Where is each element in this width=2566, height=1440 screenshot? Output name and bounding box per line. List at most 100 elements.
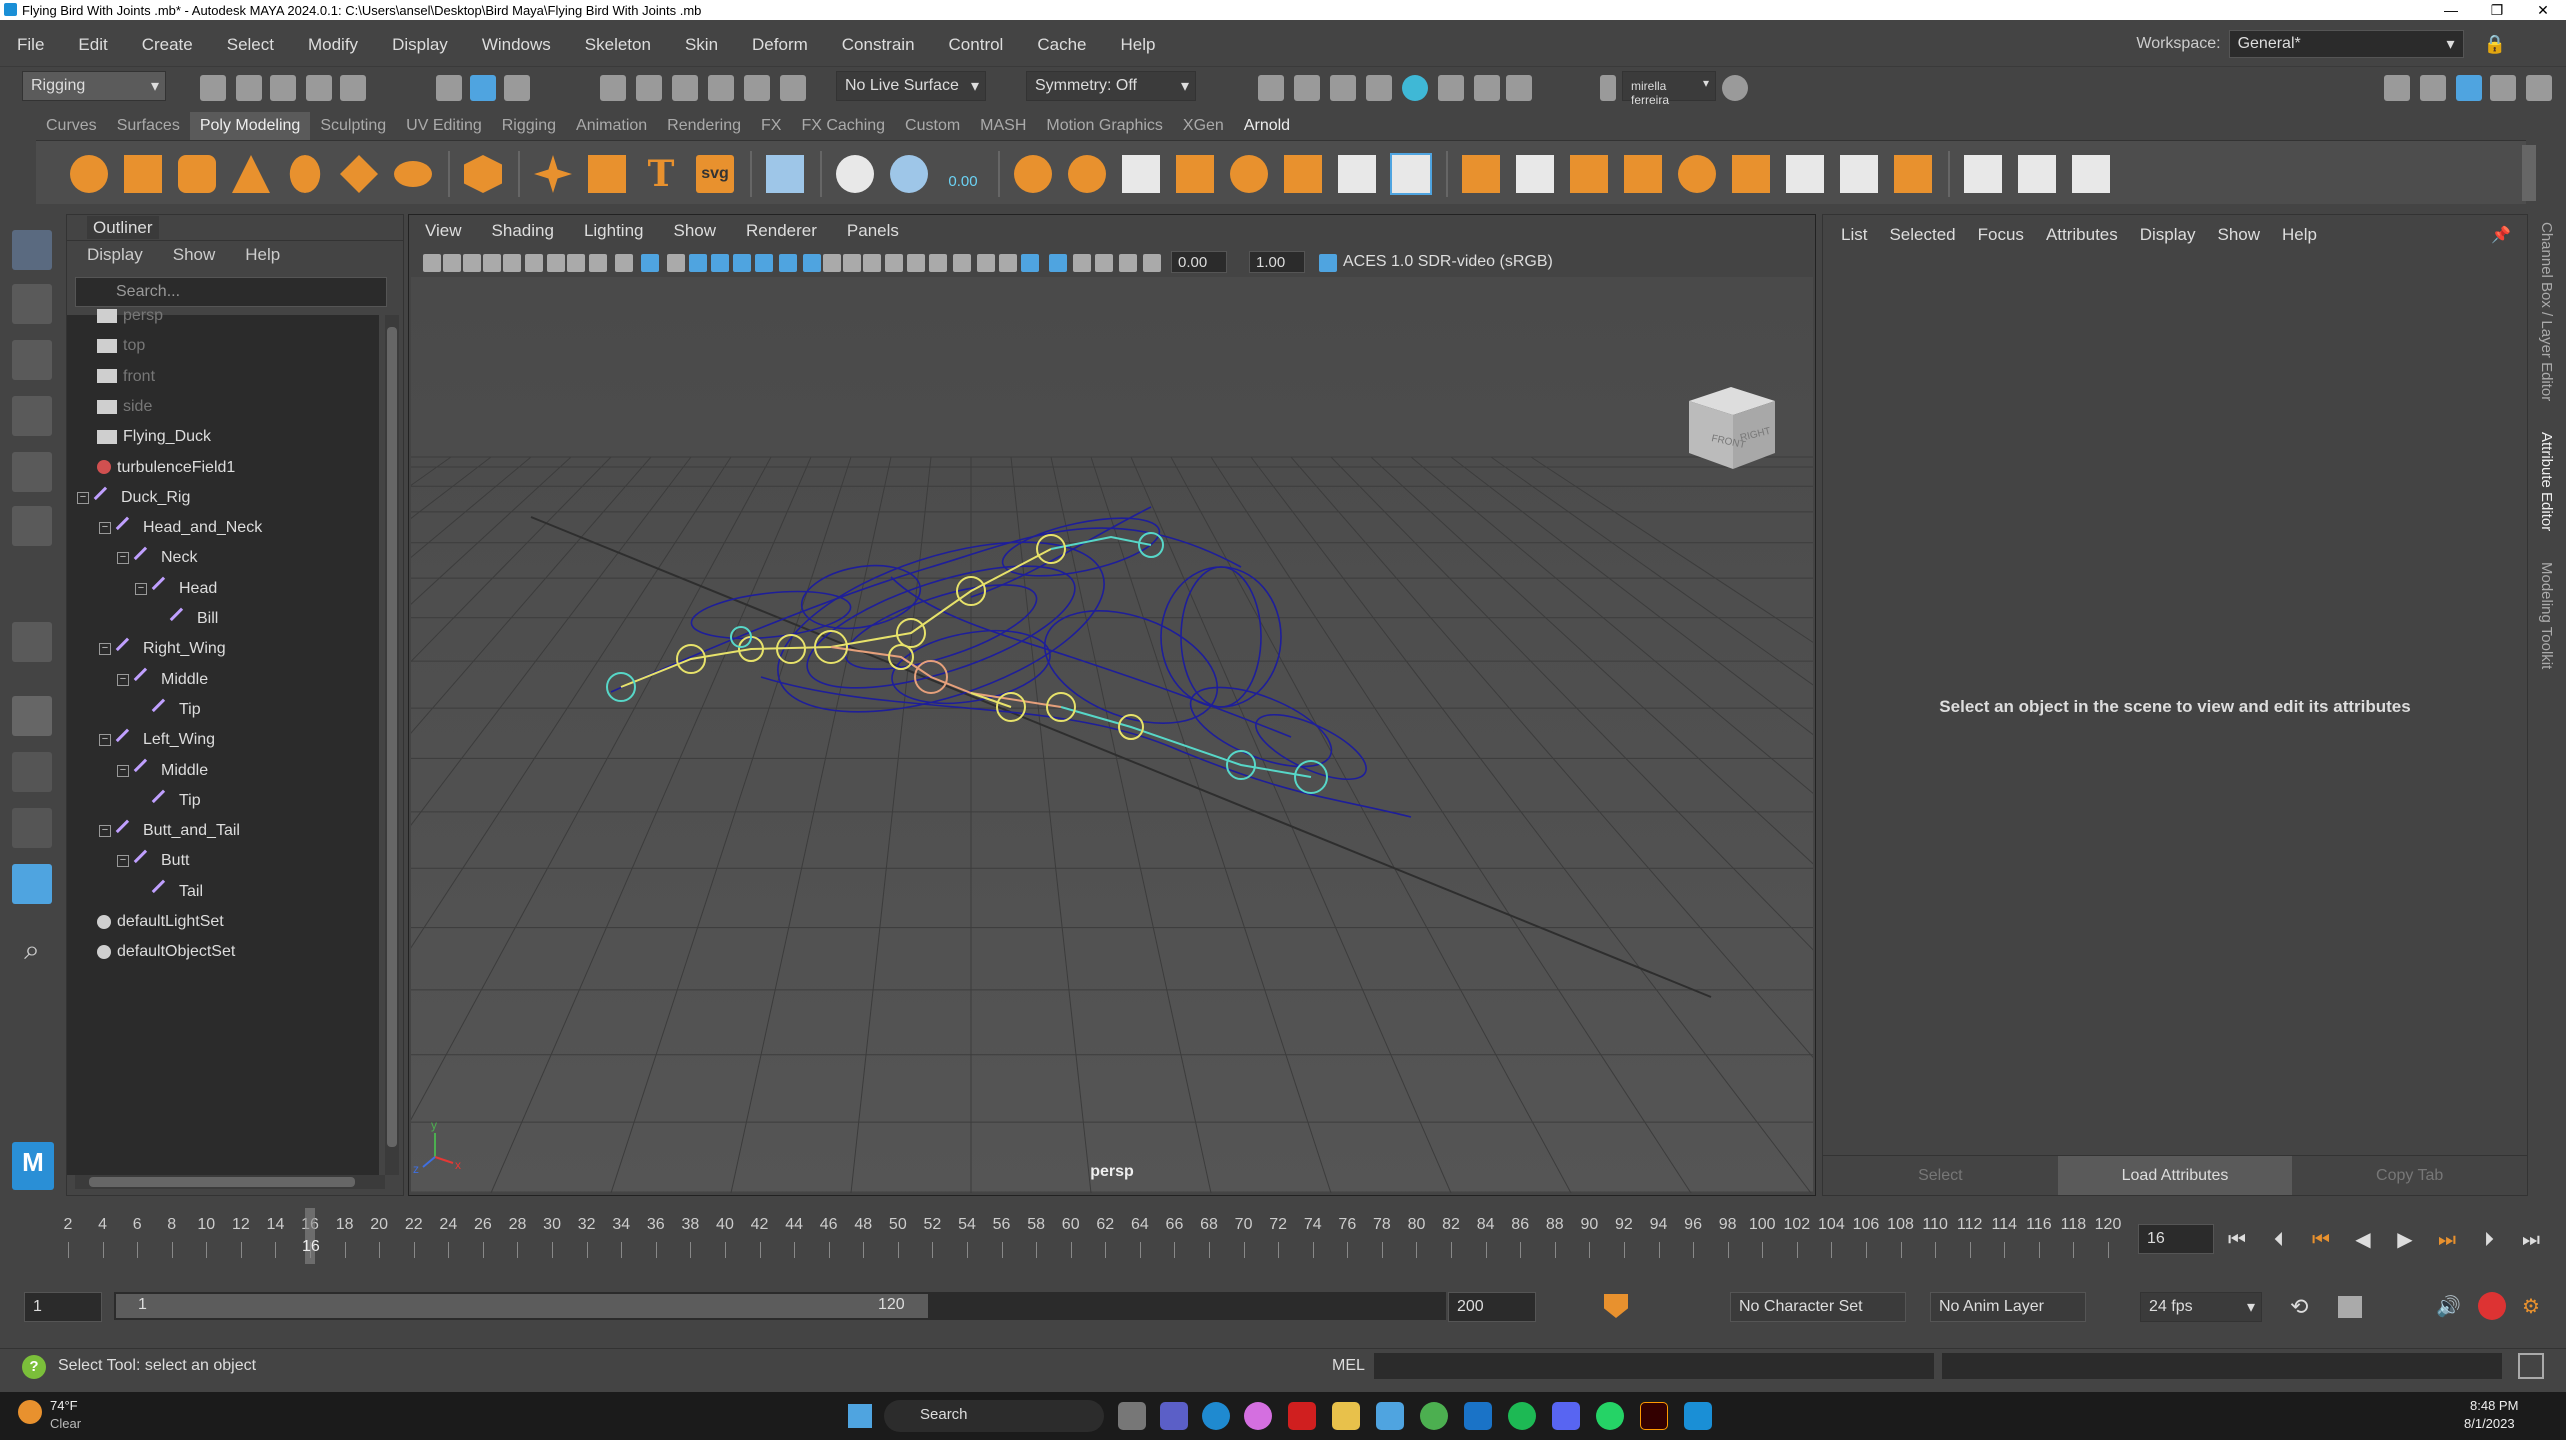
discord-icon[interactable] — [1552, 1402, 1580, 1430]
poly-cone-icon[interactable] — [232, 155, 270, 193]
mel-command-input[interactable] — [1374, 1353, 1934, 1379]
outliner-item[interactable]: Tip — [151, 786, 201, 816]
viewport-toolbar-icon[interactable] — [525, 254, 543, 272]
connect-icon[interactable] — [1894, 155, 1932, 193]
render-setup-icon[interactable] — [1438, 75, 1464, 101]
shelf-tab-rigging[interactable]: Rigging — [492, 112, 566, 140]
bridge-icon[interactable] — [1390, 153, 1432, 195]
snap-curve-icon[interactable] — [636, 75, 662, 101]
hypershade-icon[interactable] — [1402, 75, 1428, 101]
menu-control[interactable]: Control — [932, 35, 1021, 55]
viewport-toolbar-icon[interactable] — [907, 254, 925, 272]
viewport-toolbar-icon[interactable] — [689, 254, 707, 272]
extrude-icon[interactable] — [1462, 155, 1500, 193]
bevel-icon[interactable] — [1516, 155, 1554, 193]
collapse-icon[interactable] — [1840, 155, 1878, 193]
offset-edge-loop-icon[interactable] — [2072, 155, 2110, 193]
outliner-menu-show[interactable]: Show — [173, 245, 216, 267]
light-editor-icon[interactable] — [1474, 75, 1500, 101]
maya-taskbar-icon[interactable] — [1684, 1402, 1712, 1430]
windows-start-icon[interactable] — [848, 1404, 872, 1428]
loop-icon[interactable]: ⟲ — [2290, 1294, 2308, 1320]
menu-windows[interactable]: Windows — [465, 35, 568, 55]
outliner-item[interactable]: − Right_Wing — [99, 634, 226, 664]
svg-tool-icon[interactable]: svg — [696, 155, 734, 193]
chrome-icon[interactable] — [1420, 1402, 1448, 1430]
expand-toggle-icon[interactable]: − — [117, 673, 129, 686]
viewport-toolbar-icon[interactable] — [423, 254, 441, 272]
step-forward-frame-icon[interactable]: ⏵ — [2476, 1228, 2502, 1252]
super-shape-icon[interactable] — [534, 155, 572, 193]
whatsapp-icon[interactable] — [1596, 1402, 1624, 1430]
open-scene-icon[interactable] — [236, 75, 262, 101]
playback-realtime-icon[interactable] — [2478, 1292, 2506, 1320]
extract-icon[interactable] — [1122, 155, 1160, 193]
outliner-item[interactable]: − Head_and_Neck — [99, 513, 262, 543]
snap-grid-icon[interactable] — [600, 75, 626, 101]
outliner-item[interactable]: − Butt_and_Tail — [99, 816, 240, 846]
viewport-menu-shading[interactable]: Shading — [492, 221, 554, 241]
live-surface-field[interactable]: No Live Surface — [836, 71, 986, 101]
outliner-item[interactable]: top — [97, 331, 145, 361]
ipr-render-icon[interactable] — [1330, 75, 1356, 101]
outliner-item[interactable]: defaultLightSet — [97, 907, 224, 937]
select-object-icon[interactable] — [470, 75, 496, 101]
time-slider[interactable]: 2468101214161820222426283032343638404244… — [24, 1206, 2121, 1268]
expand-toggle-icon[interactable]: − — [99, 825, 111, 838]
soft-select-icon[interactable] — [890, 155, 928, 193]
outliner-horizontal-scrollbar[interactable] — [75, 1175, 385, 1189]
viewport-toolbar-icon[interactable] — [667, 254, 685, 272]
outliner-item[interactable]: Tip — [151, 695, 201, 725]
viewport-toolbar-icon[interactable] — [641, 254, 659, 272]
menu-modify[interactable]: Modify — [291, 35, 375, 55]
separate-icon[interactable] — [1068, 155, 1106, 193]
menu-skin[interactable]: Skin — [668, 35, 735, 55]
outliner-menu-display[interactable]: Display — [87, 245, 143, 267]
character-controls-icon[interactable] — [2420, 75, 2446, 101]
color-management-icon[interactable] — [1319, 254, 1337, 272]
viewport-toolbar-icon[interactable] — [1095, 254, 1113, 272]
make-live-icon[interactable] — [744, 75, 770, 101]
select-tool-icon[interactable] — [12, 230, 52, 270]
outliner-menu-help[interactable]: Help — [245, 245, 280, 267]
sound-icon[interactable]: 🔊 — [2436, 1294, 2461, 1319]
menu-deform[interactable]: Deform — [735, 35, 825, 55]
viewport-toolbar-icon[interactable] — [1049, 254, 1067, 272]
poly-torus-icon[interactable] — [289, 155, 321, 193]
quad-draw-grid-icon[interactable] — [766, 155, 804, 193]
viewport-toolbar-icon[interactable] — [977, 254, 995, 272]
workspace-dropdown[interactable]: General* — [2228, 30, 2464, 58]
outliner-item[interactable]: Bill — [169, 604, 218, 634]
play-forwards-icon[interactable]: ▶ — [2392, 1228, 2418, 1252]
shelf-tab-mash[interactable]: MASH — [970, 112, 1036, 140]
viewport-toolbar-icon[interactable] — [755, 254, 773, 272]
viewport-toolbar-icon[interactable] — [953, 254, 971, 272]
mel-label[interactable]: MEL — [1332, 1357, 1365, 1375]
viewport-toolbar-icon[interactable] — [1073, 254, 1091, 272]
append-polygon-icon[interactable] — [1570, 155, 1608, 193]
poly-plane-icon[interactable] — [340, 155, 378, 193]
viewport-menu-renderer[interactable]: Renderer — [746, 221, 817, 241]
scrollbar-thumb[interactable] — [387, 327, 397, 1147]
user-icon[interactable] — [1600, 75, 1616, 101]
maximize-button[interactable]: ❐ — [2474, 0, 2520, 20]
range-slider[interactable]: 1 120 — [114, 1292, 1446, 1320]
viewport-toolbar-icon[interactable] — [843, 254, 861, 272]
viewport-toolbar-icon[interactable] — [589, 254, 607, 272]
view-cube[interactable]: FRONT RIGHT — [1689, 387, 1775, 469]
outliner-item[interactable]: − Butt — [117, 846, 189, 876]
viewport-toolbar-icon[interactable] — [711, 254, 729, 272]
menu-file[interactable]: File — [0, 35, 61, 55]
outliner-item[interactable]: turbulenceField1 — [97, 453, 235, 483]
save-scene-icon[interactable] — [270, 75, 296, 101]
search-help-icon[interactable] — [1722, 75, 1748, 101]
pin-icon[interactable]: 📌 — [2491, 225, 2511, 245]
step-back-key-icon[interactable]: ⏮ — [2308, 1228, 2334, 1252]
cache-icon[interactable] — [2338, 1296, 2362, 1318]
shelf-tab-uv-editing[interactable]: UV Editing — [396, 112, 492, 140]
single-perspective-layout-icon[interactable] — [12, 696, 52, 736]
merge-icon[interactable] — [1732, 155, 1770, 193]
character-set-dropdown[interactable]: No Character Set — [1730, 1292, 1906, 1322]
viewport-toolbar-icon[interactable] — [863, 254, 881, 272]
combine-icon[interactable] — [1014, 155, 1052, 193]
